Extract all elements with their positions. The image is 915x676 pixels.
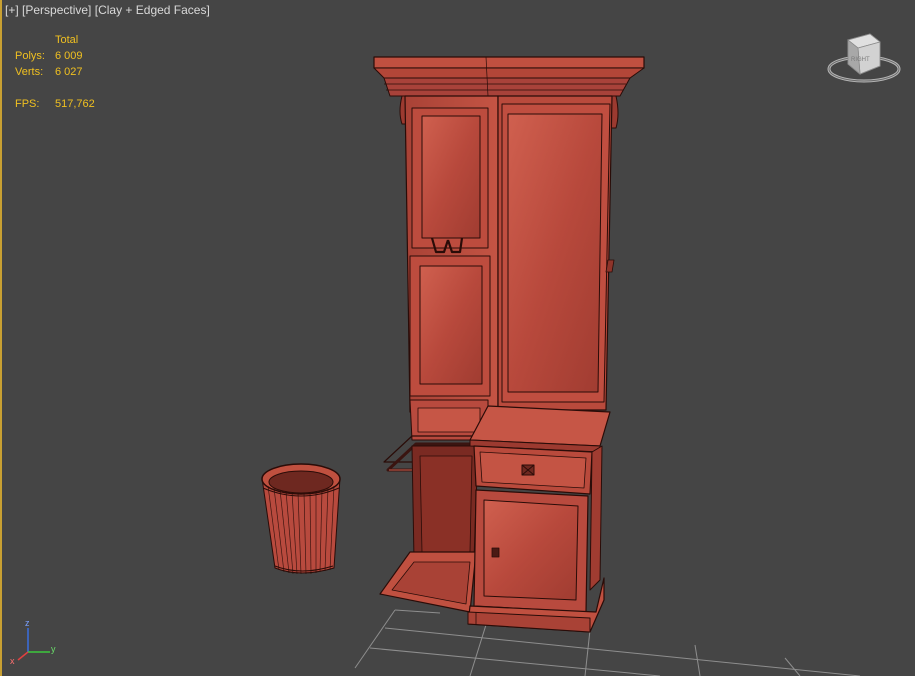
axis-y-label: y — [51, 644, 56, 654]
viewcube[interactable]: RIGHT — [827, 33, 901, 83]
axis-x-label: x — [10, 656, 15, 666]
axis-tripod: z y x — [10, 618, 56, 666]
home-grid — [354, 609, 861, 676]
perspective-viewport[interactable]: [+] [Perspective] [Clay + Edged Faces] T… — [0, 0, 915, 676]
hall-stand-model[interactable] — [373, 56, 645, 633]
axis-z-label: z — [25, 618, 30, 628]
waste-basket-model[interactable] — [261, 463, 341, 575]
viewcube-face-label: RIGHT — [851, 57, 870, 63]
scene-canvas[interactable]: RIGHT z y x — [0, 0, 915, 676]
